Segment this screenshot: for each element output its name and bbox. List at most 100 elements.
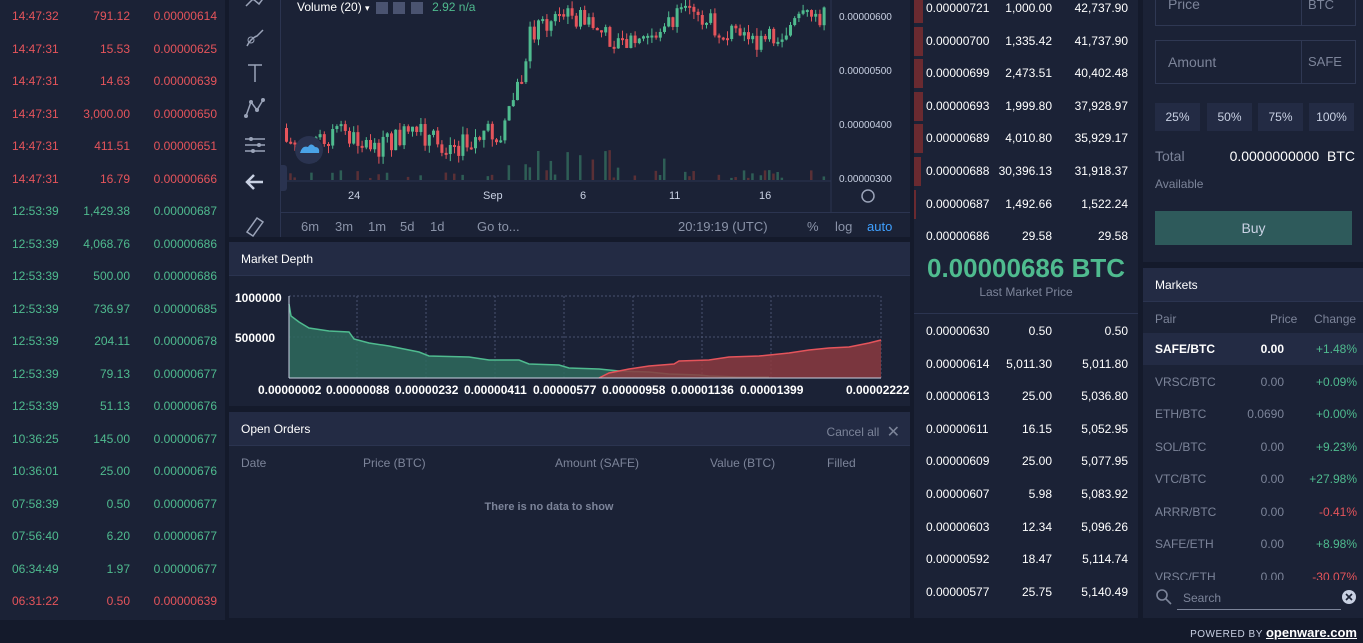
range-5d-button[interactable]: 5d [400,219,414,234]
bid-row[interactable]: 0.00000609 25.00 5,077.95 [914,445,1138,478]
column-pair[interactable]: Pair [1155,312,1176,326]
percent-50-button[interactable]: 50% [1207,103,1252,131]
candle-body [570,8,574,16]
openware-link[interactable]: openware.com [1266,625,1357,640]
trade-row: 10:36:25 145.00 0.00000677 [0,429,225,449]
volume-bar [591,159,595,180]
trade-row: 14:47:31 3,000.00 0.00000650 [0,104,225,124]
trade-time: 12:53:39 [12,204,59,218]
auto-scale-button[interactable]: auto [867,219,892,234]
candle-body [768,28,771,40]
markets-panel: Markets Pair Price Change SAFE/BTC 0.00 +1… [1143,268,1363,618]
pattern-tool-icon[interactable] [243,96,267,120]
ask-row[interactable]: 0.00000687 1,492.66 1,522.24 [914,188,1138,221]
market-row[interactable]: VRSC/BTC 0.00 +0.09% [1143,366,1363,398]
bid-row[interactable]: 0.00000592 18.47 5,114.74 [914,543,1138,576]
candle-body [675,8,679,27]
log-scale-button[interactable]: log [835,219,852,234]
bid-row[interactable]: 0.00000607 5.98 5,083.92 [914,478,1138,511]
range-3m-button[interactable]: 3m [335,219,353,234]
volume-bar [742,170,746,180]
ask-row[interactable]: 0.00000699 2,473.51 40,402.48 [914,57,1138,90]
eye-icon[interactable] [376,1,389,14]
market-row[interactable]: SOL/BTC 0.00 +9.23% [1143,431,1363,463]
percent-75-button[interactable]: 75% [1258,103,1303,131]
market-row[interactable]: SAFE/ETH 0.00 +8.98% [1143,528,1363,560]
candle-body [822,7,826,26]
volume-bar [768,170,771,180]
ask-row[interactable]: 0.00000689 4,010.80 35,929.17 [914,122,1138,155]
candle-body [726,38,729,41]
book-amount: 29.58 [1021,229,1052,244]
volume-bar [684,171,687,180]
book-amount: 16.15 [1021,421,1052,436]
book-total: 5,083.92 [1081,487,1128,501]
book-total: 5,140.49 [1081,584,1128,599]
range-1m-button[interactable]: 1m [368,219,386,234]
range-6m-button[interactable]: 6m [301,219,319,234]
bid-row[interactable]: 0.00000630 0.50 0.50 [914,315,1138,348]
buy-button[interactable]: Buy [1155,211,1352,245]
bid-row[interactable]: 0.00000577 25.75 5,140.49 [914,576,1138,609]
price-chart[interactable]: Volume (20) ▾ 2.92 n/a 0.00000600 0.00000… [229,0,910,237]
markets-title: Markets [1155,278,1198,292]
market-row[interactable]: ARRR/BTC 0.00 -0.41% [1143,496,1363,528]
measure-tool-icon[interactable] [243,133,267,157]
market-row[interactable]: SAFE/BTC 0.00 +1.48% [1143,333,1363,365]
candle-body [793,18,797,26]
bid-row[interactable]: 0.00000613 25.00 5,036.80 [914,380,1138,413]
footer: POWERED BY openware.com [1190,625,1357,640]
bid-row[interactable]: 0.00000614 5,011.30 5,011.80 [914,348,1138,381]
book-amount: 30,396.13 [998,164,1052,178]
book-total: 5,052.95 [1081,421,1128,436]
ask-row[interactable]: 0.00000721 1,000.00 42,737.90 [914,0,1138,25]
back-arrow-icon[interactable] [243,170,267,194]
market-row[interactable]: ETH/BTC 0.0690 +0.00% [1143,398,1363,430]
chart-settings-icon[interactable] [861,189,875,203]
candle-body [348,130,351,144]
volume-bar [780,177,784,180]
percent-25-button[interactable]: 25% [1155,103,1200,131]
book-total: 29.58 [1097,229,1128,244]
bid-row[interactable]: 0.00000603 12.34 5,096.26 [914,511,1138,544]
candle-body [385,133,389,137]
chart-clock: 20:19:19 (UTC) [678,219,768,234]
chart-collapse-handle[interactable] [281,165,287,191]
gear-icon[interactable] [393,1,406,14]
cancel-all-button[interactable]: Cancel all ✕ [827,422,900,442]
ask-row[interactable]: 0.00000686 29.58 29.58 [914,220,1138,253]
text-tool-icon[interactable] [243,61,267,85]
amount-unit: SAFE [1301,41,1355,83]
book-total: 40,402.48 [1074,66,1128,81]
eraser-icon[interactable] [243,214,267,237]
range-1d-button[interactable]: 1d [430,219,444,234]
ask-row[interactable]: 0.00000700 1,335.42 41,737.90 [914,25,1138,58]
close-icon[interactable] [410,1,423,14]
bid-row[interactable]: 0.00000611 16.15 5,052.95 [914,413,1138,446]
goto-button[interactable]: Go to... [477,219,520,234]
chevron-down-icon[interactable]: ▾ [365,3,372,13]
column-change[interactable]: Change [1314,312,1356,326]
trend-line-icon[interactable] [243,0,267,18]
percent-100-button[interactable]: 100% [1309,103,1354,131]
ask-row[interactable]: 0.00000693 1,999.80 37,928.97 [914,90,1138,123]
amount-field[interactable]: Amount SAFE [1155,40,1356,84]
candlestick-chart[interactable] [281,0,910,212]
clear-search-icon[interactable] [1342,590,1356,604]
candle-body [679,7,683,10]
book-total: 5,036.80 [1081,389,1128,404]
percent-scale-button[interactable]: % [807,219,819,234]
market-row[interactable]: VTC/BTC 0.00 +27.98% [1143,463,1363,495]
search-input[interactable] [1177,586,1341,610]
candle-body [398,129,402,146]
candle-body [516,81,519,101]
ask-row[interactable]: 0.00000688 30,396.13 31,918.37 [914,155,1138,188]
chart-toolbar [229,0,281,237]
book-price: 0.00000687 [926,196,990,211]
book-total: 5,096.26 [1081,519,1128,534]
price-field[interactable]: Price BTC [1155,0,1356,26]
brush-icon[interactable] [243,26,267,50]
column-price[interactable]: Price [1270,312,1297,326]
candle-body [327,143,330,146]
volume-bar [717,174,721,180]
